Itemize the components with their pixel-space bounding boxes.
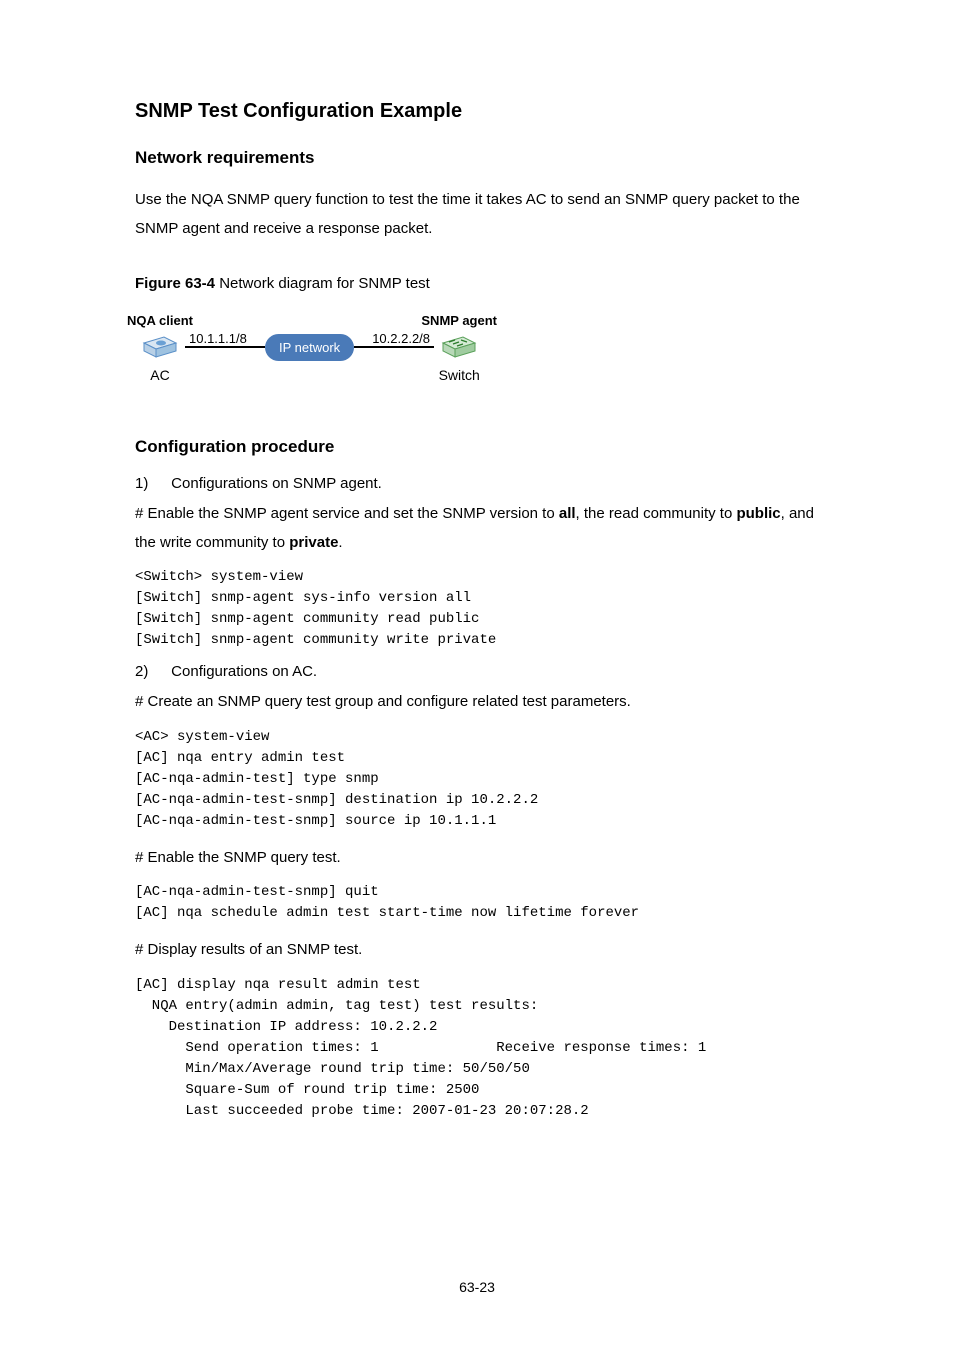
code-block-2-line-2: [AC-nqa-admin-test] type snmp xyxy=(135,769,834,790)
step-2-text: Configurations on AC. xyxy=(171,663,317,680)
ac-device-icon xyxy=(140,333,180,361)
code-block-4-line-6: Last succeeded probe time: 2007-01-23 20… xyxy=(135,1101,834,1122)
step-2-description: # Create an SNMP query test group and co… xyxy=(135,688,834,717)
code-block-1-line-0: <Switch> system-view xyxy=(135,567,834,588)
config-procedure-heading: Configuration procedure xyxy=(135,437,834,457)
snmp-agent-label: SNMP agent xyxy=(421,313,497,328)
code-block-2-line-3: [AC-nqa-admin-test-snmp] destination ip … xyxy=(135,790,834,811)
figure-label: Figure 63-4 xyxy=(135,275,215,292)
step-2: 2) Configurations on AC. xyxy=(135,663,834,680)
figure-caption-text: Network diagram for SNMP test xyxy=(219,275,430,292)
connector-line-right xyxy=(354,346,434,348)
step-3-description: # Enable the SNMP query test. xyxy=(135,844,834,873)
code-block-3-line-0: [AC-nqa-admin-test-snmp] quit xyxy=(135,882,834,903)
code-block-4-line-1: NQA entry(admin admin, tag test) test re… xyxy=(135,996,834,1017)
code-block-1-line-3: [Switch] snmp-agent community write priv… xyxy=(135,630,834,651)
step-1: 1) Configurations on SNMP agent. xyxy=(135,475,834,492)
switch-label: Switch xyxy=(439,367,480,383)
code-block-4-line-4: Min/Max/Average round trip time: 50/50/5… xyxy=(135,1059,834,1080)
figure-caption: Figure 63-4 Network diagram for SNMP tes… xyxy=(135,275,834,292)
code-block-4-line-5: Square-Sum of round trip time: 2500 xyxy=(135,1080,834,1101)
network-diagram: NQA client 10.1.1.1/8 AC IP network SNMP… xyxy=(135,302,834,392)
code-block-4-line-3: Send operation times: 1 Receive response… xyxy=(135,1038,834,1059)
network-requirements-heading: Network requirements xyxy=(135,148,834,168)
switch-device-icon xyxy=(439,333,479,361)
nqa-client-label: NQA client xyxy=(127,313,193,328)
step-1-marker: 1) xyxy=(135,475,167,492)
code-block-2-line-1: [AC] nqa entry admin test xyxy=(135,748,834,769)
code-block-4-line-0: [AC] display nqa result admin test xyxy=(135,975,834,996)
code-block-3-line-1: [AC] nqa schedule admin test start-time … xyxy=(135,903,834,924)
ac-label: AC xyxy=(150,367,169,383)
code-block-2-line-0: <AC> system-view xyxy=(135,727,834,748)
section-title: SNMP Test Configuration Example xyxy=(135,100,834,123)
code-block-1-line-1: [Switch] snmp-agent sys-info version all xyxy=(135,588,834,609)
code-block-2-line-4: [AC-nqa-admin-test-snmp] source ip 10.1.… xyxy=(135,811,834,832)
step-4-description: # Display results of an SNMP test. xyxy=(135,936,834,965)
step-2-marker: 2) xyxy=(135,663,167,680)
connector-line-left xyxy=(185,346,265,348)
left-ip-label: 10.1.1.1/8 xyxy=(189,331,247,346)
step-1-description: # Enable the SNMP agent service and set … xyxy=(135,500,834,557)
right-ip-label: 10.2.2.2/8 xyxy=(372,331,430,346)
step-1-text: Configurations on SNMP agent. xyxy=(171,475,382,492)
network-requirements-body: Use the NQA SNMP query function to test … xyxy=(135,186,834,243)
code-block-4-line-2: Destination IP address: 10.2.2.2 xyxy=(135,1017,834,1038)
code-block-1-line-2: [Switch] snmp-agent community read publi… xyxy=(135,609,834,630)
page-number: 63-23 xyxy=(0,1279,954,1295)
ip-network-cloud: IP network xyxy=(265,334,354,361)
